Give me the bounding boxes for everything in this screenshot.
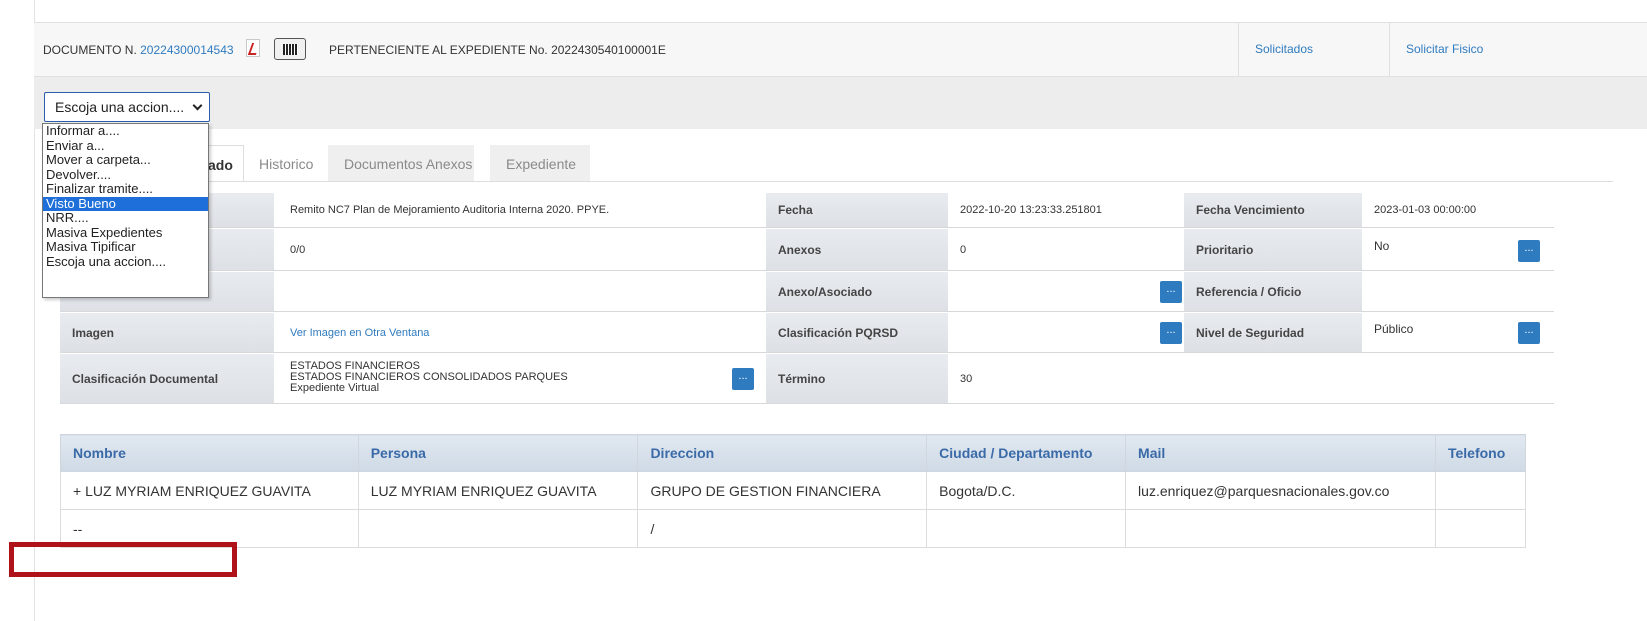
menu-item-finalizar-tramite[interactable]: Finalizar tramite.... xyxy=(43,181,208,197)
nivel-seguridad-value: Público xyxy=(1374,322,1414,336)
cell-mail: luz.enriquez@parquesnacionales.gov.co xyxy=(1125,471,1436,510)
cell-mail xyxy=(1125,509,1436,548)
folios-value: 0/0 xyxy=(290,243,306,256)
action-select[interactable]: Escoja una accion.... xyxy=(44,92,210,122)
nivel-seguridad-button[interactable]: ... xyxy=(1518,322,1540,344)
header-persona: Persona xyxy=(357,434,639,472)
anexos-value: 0 xyxy=(960,243,967,256)
clasificacion-documental-value: ESTADOS FINANCIEROS ESTADOS FINANCIEROS … xyxy=(282,354,742,403)
document-number-link[interactable]: 20224300014543 xyxy=(140,43,233,57)
menu-item-mover-carpeta[interactable]: Mover a carpeta... xyxy=(43,152,208,168)
termino-value: 30 xyxy=(960,372,973,385)
cell-persona xyxy=(357,509,639,548)
action-bar xyxy=(34,77,1647,129)
solicitar-fisico-link[interactable]: Solicitar Fisico xyxy=(1389,22,1647,77)
document-label: DOCUMENTO N. 20224300014543 xyxy=(43,43,234,57)
action-dropdown-menu: Informar a.... Enviar a... Mover a carpe… xyxy=(42,123,209,298)
fecha-value: 2022-10-20 13:23:33.251801 xyxy=(960,204,1102,216)
info-row-anexo: Anexo/Asociado ... Referencia / Oficio xyxy=(60,272,1554,312)
termino-label: Término xyxy=(766,354,948,403)
header-telefono: Telefono xyxy=(1434,434,1527,472)
cell-direccion: GRUPO DE GESTION FINANCIERA xyxy=(637,471,928,510)
menu-item-devolver[interactable]: Devolver.... xyxy=(43,167,208,183)
header-nombre: Nombre xyxy=(60,434,359,472)
menu-item-masiva-expedientes[interactable]: Masiva Expedientes xyxy=(43,225,208,241)
action-select-value: Escoja una accion.... xyxy=(55,99,185,115)
referencia-oficio-label: Referencia / Oficio xyxy=(1184,272,1362,311)
menu-item-nrr[interactable]: NRR.... xyxy=(43,210,208,226)
info-row-asunto: Remito NC7 Plan de Mejoramiento Auditori… xyxy=(60,193,1554,228)
menu-item-escoja-accion[interactable]: Escoja una accion.... xyxy=(43,254,208,270)
menu-item-masiva-tipificar[interactable]: Masiva Tipificar xyxy=(43,239,208,255)
clasificacion-pqrsd-button[interactable]: ... xyxy=(1160,322,1182,344)
persons-header-row: Nombre Persona Direccion Ciudad / Depart… xyxy=(60,434,1527,472)
clasificacion-documental-label: Clasificación Documental xyxy=(60,354,274,403)
clasificacion-pqrsd-label: Clasificación PQRSD xyxy=(766,313,948,352)
annotation-highlight-box xyxy=(9,542,237,577)
cell-ciudad xyxy=(926,509,1127,548)
info-row-clasificacion: Clasificación Documental ESTADOS FINANCI… xyxy=(60,354,1554,404)
prioritario-value: No xyxy=(1374,239,1390,253)
cell-nombre[interactable]: + LUZ MYRIAM ENRIQUEZ GUAVITA xyxy=(60,471,359,510)
table-row: + LUZ MYRIAM ENRIQUEZ GUAVITA LUZ MYRIAM… xyxy=(60,471,1527,510)
cell-telefono xyxy=(1434,509,1527,548)
anexo-asociado-label: Anexo/Asociado xyxy=(766,272,948,311)
header-mail: Mail xyxy=(1125,434,1436,472)
cell-direccion: / xyxy=(637,509,928,548)
header-ciudad: Ciudad / Departamento xyxy=(926,434,1127,472)
persons-table: Nombre Persona Direccion Ciudad / Depart… xyxy=(60,434,1527,548)
tab-expediente[interactable]: Expediente xyxy=(490,145,590,182)
cell-ciudad: Bogota/D.C. xyxy=(926,471,1127,510)
fecha-label: Fecha xyxy=(766,193,948,227)
cell-persona: LUZ MYRIAM ENRIQUEZ GUAVITA xyxy=(357,471,639,510)
clasificacion-line-3: Expediente Virtual xyxy=(290,382,380,394)
info-row-imagen: Imagen Ver Imagen en Otra Ventana Clasif… xyxy=(60,313,1554,353)
tab-historico[interactable]: Historico xyxy=(259,145,313,182)
imagen-label: Imagen xyxy=(60,313,274,352)
anexo-asociado-button[interactable]: ... xyxy=(1160,281,1182,303)
table-row: -- / xyxy=(60,509,1527,548)
info-row-folios: 0/0 Anexos 0 Prioritario No ... xyxy=(60,229,1554,271)
menu-item-informar[interactable]: Informar a.... xyxy=(43,123,208,139)
document-prefix: DOCUMENTO N. xyxy=(43,43,137,57)
ver-imagen-link[interactable]: Ver Imagen en Otra Ventana xyxy=(282,313,762,352)
barcode-icon[interactable] xyxy=(274,38,306,60)
menu-item-enviar[interactable]: Enviar a... xyxy=(43,138,208,154)
chevron-down-icon xyxy=(192,100,203,111)
cell-telefono xyxy=(1434,471,1527,510)
menu-item-visto-bueno[interactable]: Visto Bueno xyxy=(43,196,208,211)
clasificacion-documental-button[interactable]: ... xyxy=(732,368,754,390)
anexos-label: Anexos xyxy=(766,229,948,270)
solicitados-link[interactable]: Solicitados xyxy=(1238,22,1389,77)
nivel-seguridad-label: Nivel de Seguridad xyxy=(1184,313,1362,352)
tab-documentos-anexos[interactable]: Documentos Anexos xyxy=(328,145,474,182)
expediente-text: PERTENECIENTE AL EXPEDIENTE No. 20224305… xyxy=(329,43,666,57)
fecha-vencimiento-value: 2023-01-03 00:00:00 xyxy=(1374,204,1477,216)
fecha-vencimiento-label: Fecha Vencimiento xyxy=(1184,193,1362,227)
asunto-value: Remito NC7 Plan de Mejoramiento Auditori… xyxy=(290,204,610,216)
tab-divider xyxy=(60,181,1613,182)
prioritario-edit-button[interactable]: ... xyxy=(1518,240,1540,262)
prioritario-label: Prioritario xyxy=(1184,229,1362,270)
header-direccion: Direccion xyxy=(637,434,928,472)
pdf-icon[interactable] xyxy=(246,39,260,57)
